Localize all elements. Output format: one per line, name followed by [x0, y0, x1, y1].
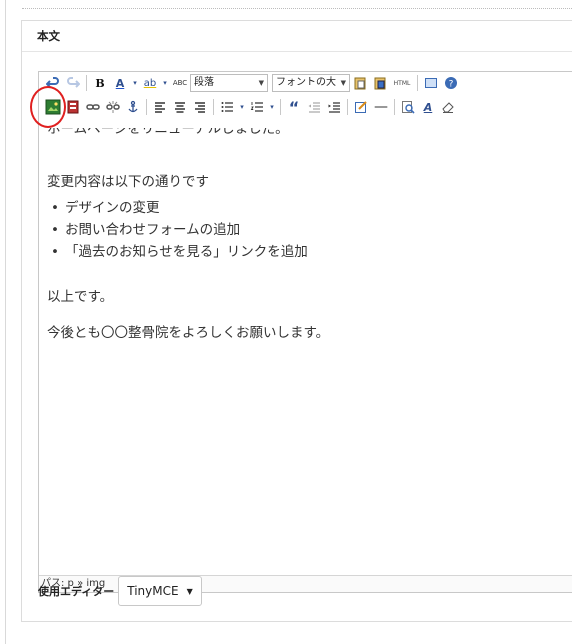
horizontal-rule-button[interactable]: —: [372, 98, 390, 116]
numbered-list-dropdown-icon[interactable]: ▾: [268, 98, 276, 116]
toolbar-separator: [146, 99, 147, 115]
toolbar-row-2: ▾ ▾ “ — A: [43, 96, 458, 118]
editor-choice-label: 使用エディター: [38, 585, 115, 598]
bullet-icon: •: [51, 244, 59, 260]
format-text-button[interactable]: A: [419, 98, 437, 116]
list-item: • デザインの変更: [51, 197, 308, 219]
bullet-icon: •: [51, 222, 59, 238]
paste-text-icon[interactable]: [351, 74, 369, 92]
tinymce-editor: B A ▾ ab ▾ ABC 段落 ▼ フォントの大 ▼ HTML ? ▾ ▾ …: [38, 71, 572, 593]
spellcheck-button[interactable]: ABC: [171, 74, 189, 92]
eraser-icon[interactable]: [439, 98, 457, 116]
fullscreen-icon[interactable]: [422, 74, 440, 92]
intro-paragraph: 変更内容は以下の通りです: [47, 174, 209, 190]
link-icon[interactable]: [84, 98, 102, 116]
editor-choice-value: TinyMCE: [127, 584, 179, 598]
list-item: • 「過去のお知らせを見る」リンクを追加: [51, 241, 308, 263]
unlink-icon[interactable]: [104, 98, 122, 116]
chevron-down-icon: ▼: [186, 586, 193, 596]
anchor-icon[interactable]: [124, 98, 142, 116]
toolbar-separator: [417, 75, 418, 91]
editor-content[interactable]: ホームページをリニューアルしました。 変更内容は以下の通りです • デザインの変更…: [39, 128, 572, 573]
bold-button[interactable]: B: [91, 74, 109, 92]
align-right-icon[interactable]: [191, 98, 209, 116]
paste-word-icon[interactable]: [371, 74, 389, 92]
font-size-select[interactable]: フォントの大 ▼: [272, 74, 350, 92]
bullet-list-icon[interactable]: [218, 98, 236, 116]
find-replace-icon[interactable]: [399, 98, 417, 116]
toolbar-separator: [213, 99, 214, 115]
numbered-list-icon[interactable]: [248, 98, 266, 116]
content-postbox: 本文 B A ▾ ab ▾ ABC 段落 ▼ フォントの大 ▼ HTML ? ▾…: [21, 20, 572, 622]
text-color-dropdown-icon[interactable]: ▾: [131, 74, 139, 92]
editor-choice-select[interactable]: TinyMCE ▼: [118, 576, 202, 606]
text-color-button[interactable]: A: [111, 74, 129, 92]
html-source-button[interactable]: HTML: [391, 74, 413, 92]
chevron-down-icon: ▼: [258, 79, 264, 87]
dotted-separator: [22, 8, 572, 9]
highlight-circle: [30, 86, 66, 128]
align-center-icon[interactable]: [171, 98, 189, 116]
closing-paragraph-1: 以上です。: [47, 289, 114, 305]
media-icon[interactable]: [64, 98, 82, 116]
editor-choice-row: 使用エディター TinyMCE ▼: [38, 576, 202, 606]
format-select-value: 段落: [194, 77, 214, 88]
align-left-icon[interactable]: [151, 98, 169, 116]
change-list: • デザインの変更 • お問い合わせフォームの追加 • 「過去のお知らせを見る」リンク…: [51, 197, 308, 263]
postbox-title: 本文: [22, 21, 572, 52]
edit-icon[interactable]: [352, 98, 370, 116]
highlight-dropdown-icon[interactable]: ▾: [161, 74, 169, 92]
toolbar-separator: [86, 75, 87, 91]
toolbar-row-1: B A ▾ ab ▾ ABC 段落 ▼ フォントの大 ▼ HTML ?: [43, 72, 461, 94]
list-item: • お問い合わせフォームの追加: [51, 219, 308, 241]
outdent-icon[interactable]: [305, 98, 323, 116]
svg-text:?: ?: [449, 80, 454, 90]
help-icon[interactable]: ?: [442, 74, 460, 92]
highlight-button[interactable]: ab: [141, 74, 159, 92]
blockquote-button[interactable]: “: [285, 98, 303, 117]
toolbar-separator: [347, 99, 348, 115]
redo-icon[interactable]: [64, 74, 82, 92]
toolbar-separator: [394, 99, 395, 115]
indent-icon[interactable]: [325, 98, 343, 116]
toolbar-separator: [280, 99, 281, 115]
bullet-icon: •: [51, 200, 59, 216]
bullet-list-dropdown-icon[interactable]: ▾: [238, 98, 246, 116]
closing-paragraph-2: 今後とも〇〇整骨院をよろしくお願いします。: [47, 325, 330, 341]
partial-line: ホームページをリニューアルしました。: [47, 128, 289, 137]
format-select[interactable]: 段落 ▼: [190, 74, 268, 92]
font-size-select-value: フォントの大: [276, 77, 336, 88]
left-border: [5, 0, 6, 644]
chevron-down-icon: ▼: [340, 79, 346, 87]
